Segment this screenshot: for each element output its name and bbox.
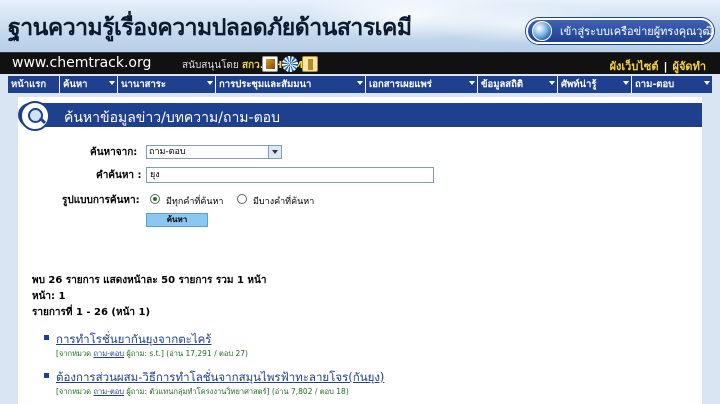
nav-item-label: เอกสารเผยแพร่ (369, 79, 432, 90)
page-indicator: หน้า: 1 (32, 291, 66, 302)
search-mode-label: รูปแบบการค้นหา: (62, 195, 140, 206)
nav-item-label: ศัพท์น่ารู้ (561, 79, 597, 90)
link-separator: | (663, 60, 668, 73)
nav-item-search[interactable]: ค้นหา (60, 76, 118, 93)
chevron-down-icon (207, 81, 213, 85)
chevron-down-icon (623, 81, 629, 85)
result-meta: [จากหมวด ถาม-ตอบ ผู้ถาม: s.t.] (อ่าน 17,… (56, 348, 248, 360)
mode-any-radio[interactable] (237, 194, 247, 204)
source-label: ค้นหาจาก: (90, 147, 138, 158)
top-links: ผังเว็บไซต์ | ผู้จัดทำ (610, 57, 706, 75)
meta-detail: ผู้ถาม: s.t.] (อ่าน 17,291 / ตอบ 27) (123, 349, 248, 358)
main-content: ค้นหาข้อมูลข่าว/บทความ/ถาม-ตอบ ค้นหาจาก:… (18, 97, 702, 404)
sponsor-logo-icon (262, 56, 278, 72)
nav-item-label: นานาสาระ (121, 79, 166, 90)
nav-item-label: ข้อมูลสถิติ (481, 79, 524, 90)
chevron-down-icon (469, 81, 475, 85)
chevron-down-icon (357, 81, 363, 85)
nav-item-publications[interactable]: เอกสารเผยแพร่ (366, 76, 478, 93)
site-url: www.chemtrack.org (12, 55, 152, 71)
chevron-down-icon (704, 81, 710, 85)
mode-all-label: มีทุกคำที่ค้นหา (166, 197, 224, 207)
result-link[interactable]: ต้องการส่วนผสม-วิธีการทำโลชั่นจากสมุนไพร… (56, 369, 384, 387)
expert-network-button[interactable]: เข้าสู่ระบบเครือข่ายผู้ทรงคุณวุฒิ (526, 18, 714, 44)
keyword-label: คำค้นหา : (96, 170, 142, 181)
chevron-down-icon (549, 81, 555, 85)
sponsor-logo-icon (302, 56, 318, 72)
sponsor-bar: www.chemtrack.org สนับสนุนโดย สกว. EHWM … (0, 52, 720, 74)
nav-item-statistics[interactable]: ข้อมูลสถิติ (478, 76, 558, 93)
mode-any-label: มีบางคำที่ค้นหา (253, 197, 315, 207)
meta-prefix: [จากหมวด (56, 349, 94, 358)
nav-item-label: ถาม-ตอบ (635, 79, 675, 90)
globe-icon (532, 21, 552, 41)
bullet-icon (44, 373, 49, 378)
search-button[interactable]: ค้นหา (146, 213, 208, 227)
meta-prefix: [จากหมวด (56, 387, 94, 396)
nav-item-label: หน้าแรก (11, 79, 47, 90)
result-range: รายการที่ 1 - 26 (หน้า 1) (32, 307, 151, 318)
magnifier-icon (20, 101, 50, 131)
nav-item-qa[interactable]: ถาม-ตอบ (632, 76, 712, 93)
keyword-input[interactable]: ยุง (146, 167, 434, 183)
result-meta: [จากหมวด ถาม-ตอบ ผู้ถาม: ตัวแทนกลุ่มทำโค… (56, 386, 349, 398)
result-count: พบ 26 รายการ แสดงหน้าละ 50 รายการ รวม 1 … (32, 275, 267, 286)
main-nav: หน้าแรก ค้นหา นานาสาระ การประชุมและสัมมน… (8, 76, 712, 93)
mode-all-radio[interactable] (150, 194, 160, 204)
admin-link[interactable]: ผู้จัดทำ (673, 60, 706, 73)
meta-detail: ผู้ถาม: ตัวแทนกลุ่มทำโครงงานวิทยาศาสตร์]… (123, 387, 349, 396)
chevron-down-icon[interactable] (268, 146, 281, 158)
section-header: ค้นหาข้อมูลข่าว/บทความ/ถาม-ตอบ (18, 101, 702, 131)
sitemap-link[interactable]: ผังเว็บไซต์ (610, 60, 659, 73)
nav-item-glossary[interactable]: ศัพท์น่ารู้ (558, 76, 632, 93)
section-title: ค้นหาข้อมูลข่าว/บทความ/ถาม-ตอบ (64, 110, 280, 126)
result-link[interactable]: การทำโรชั่นยากันยุงจากตะไคร้ (56, 331, 212, 349)
category-link[interactable]: ถาม-ตอบ (93, 387, 124, 396)
site-title: ฐานความรู้เรื่องความปลอดภัยด้านสารเคมี (8, 14, 412, 41)
header-banner: ฐานความรู้เรื่องความปลอดภัยด้านสารเคมี เ… (0, 0, 720, 52)
chevron-down-icon (109, 81, 115, 85)
sponsor-logo-icon (282, 56, 298, 72)
nav-item-label: ค้นหา (63, 79, 88, 90)
nav-item-conferences[interactable]: การประชุมและสัมมนา (216, 76, 366, 93)
bullet-icon (44, 335, 49, 340)
nav-item-label: การประชุมและสัมมนา (219, 79, 312, 90)
source-select-value: ถาม-ตอบ (149, 147, 186, 157)
category-link[interactable]: ถาม-ตอบ (93, 349, 124, 358)
nav-item-home[interactable]: หน้าแรก (8, 76, 60, 93)
expert-network-label: เข้าสู่ระบบเครือข่ายผู้ทรงคุณวุฒิ (560, 25, 713, 38)
sponsor-prefix: สนับสนุนโดย (182, 60, 239, 71)
source-select[interactable]: ถาม-ตอบ (146, 145, 282, 159)
nav-item-articles[interactable]: นานาสาระ (118, 76, 216, 93)
